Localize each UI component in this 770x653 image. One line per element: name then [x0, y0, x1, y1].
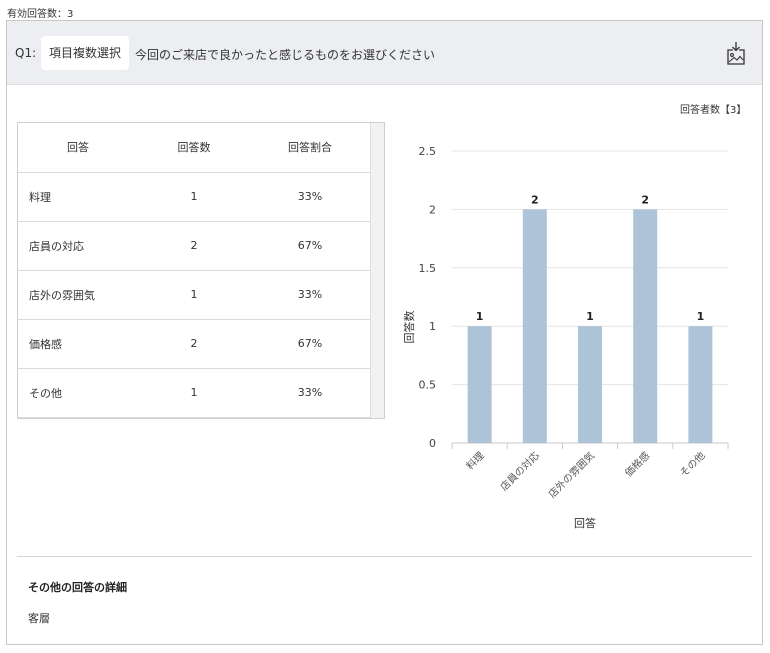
question-header: Q1: 項目複数選択 今回のご来店で良かったと感じるものをお選びください	[7, 21, 762, 85]
table-scrollbar[interactable]	[370, 123, 384, 418]
cell-ratio: 33%	[250, 368, 370, 418]
cell-ratio: 33%	[250, 172, 370, 222]
cell-count: 1	[138, 368, 250, 418]
cell-ratio: 33%	[250, 270, 370, 320]
y-tick-label: 2.5	[419, 145, 437, 158]
bar-data-label: 1	[586, 310, 594, 323]
cell-answer: その他	[18, 368, 138, 418]
x-tick-label: 価格感	[622, 449, 652, 479]
cell-ratio: 67%	[250, 221, 370, 271]
question-card: Q1: 項目複数選択 今回のご来店で良かったと感じるものをお選びください 回答者…	[6, 20, 763, 645]
header-ratio: 回答割合	[250, 123, 370, 173]
y-axis-title: 回答数	[402, 311, 416, 344]
cell-count: 1	[138, 270, 250, 320]
image-download-icon[interactable]	[725, 40, 747, 66]
y-tick-label: 0.5	[419, 379, 437, 392]
cell-ratio: 67%	[250, 319, 370, 369]
question-type-badge: 項目複数選択	[41, 36, 130, 70]
answers-table-container: 回答 回答数 回答割合 料理 1 33% 店員の対応 2 67% 店外の雰囲気	[17, 122, 385, 419]
cell-count: 2	[138, 319, 250, 369]
other-details-title: その他の回答の詳細	[28, 581, 127, 594]
y-tick-label: 2	[429, 203, 436, 216]
bar	[467, 326, 492, 443]
bar-data-label: 2	[641, 193, 649, 206]
image-download-icon-svg	[727, 42, 745, 65]
table-row: 店員の対応 2 67%	[18, 221, 370, 271]
y-tick-label: 1.5	[419, 262, 437, 275]
x-tick-label: 店外の雰囲気	[546, 449, 598, 501]
x-tick-label: 店員の対応	[497, 449, 542, 494]
bar	[633, 209, 658, 443]
table-row: 店外の雰囲気 1 33%	[18, 270, 370, 320]
cell-answer: 料理	[18, 172, 138, 222]
section-divider	[17, 556, 752, 557]
y-tick-label: 1	[429, 320, 436, 333]
x-axis-title: 回答	[574, 516, 596, 530]
x-tick-label: 料理	[463, 449, 486, 472]
header-answer: 回答	[18, 123, 138, 173]
bar-chart: 0 0.5 1 1.5 2 2.5 1 料理 2 店員の対応 1 店外の雰囲気 2 価格感 1 その他回答 回答…	[388, 136, 748, 536]
other-detail-item: 客層	[28, 612, 50, 625]
x-tick-label: その他	[677, 449, 707, 479]
answers-table: 回答 回答数 回答割合 料理 1 33% 店員の対応 2 67% 店外の雰囲気	[18, 123, 370, 418]
table-row: 価格感 2 67%	[18, 319, 370, 369]
cell-answer: 店員の対応	[18, 221, 138, 271]
table-row: 料理 1 33%	[18, 172, 370, 222]
valid-responses-count: 有効回答数：3	[7, 9, 74, 20]
cell-count: 2	[138, 221, 250, 271]
cell-count: 1	[138, 172, 250, 222]
bar	[522, 209, 547, 443]
table-header-row: 回答 回答数 回答割合	[18, 123, 370, 173]
bar-data-label: 2	[531, 193, 539, 206]
y-tick-label: 0	[429, 437, 436, 450]
bar	[578, 326, 602, 443]
respondents-count: 回答者数【3】	[680, 105, 747, 116]
bar-data-label: 1	[697, 310, 705, 323]
cell-answer: 価格感	[18, 319, 138, 369]
table-row: その他 1 33%	[18, 368, 370, 418]
cell-answer: 店外の雰囲気	[18, 270, 138, 320]
question-number: Q1:	[15, 46, 37, 60]
question-text: 今回のご来店で良かったと感じるものをお選びください	[135, 48, 436, 62]
bar-data-label: 1	[476, 310, 484, 323]
bar-chart-svg: 0 0.5 1 1.5 2 2.5 1 料理 2 店員の対応 1 店外の雰囲気 2 価格感 1 その他回答 回答…	[402, 145, 729, 530]
header-count: 回答数	[138, 123, 250, 173]
bar	[688, 326, 713, 443]
